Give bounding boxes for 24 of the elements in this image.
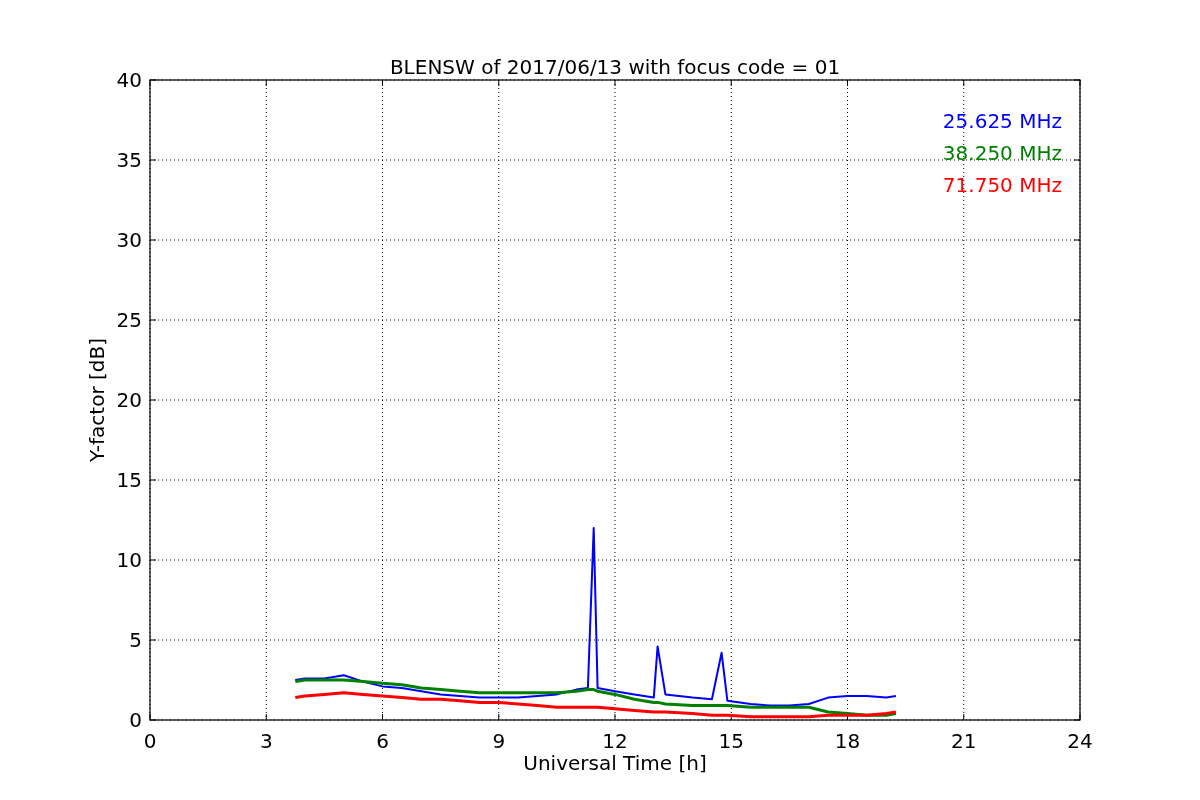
x-tick-label: 6 [376, 729, 389, 753]
x-tick-label: 24 [1067, 729, 1093, 753]
y-tick-label: 10 [116, 548, 142, 572]
y-tick-label: 5 [129, 628, 142, 652]
x-tick-label: 9 [492, 729, 506, 753]
y-tick-label: 30 [116, 228, 142, 252]
x-axis-label: Universal Time [h] [523, 751, 707, 775]
x-tick-label: 12 [602, 729, 628, 753]
legend-label: 38.250 MHz [942, 141, 1062, 165]
x-tick-label: 18 [834, 729, 861, 753]
x-tick-label: 0 [143, 729, 157, 753]
y-axis-label: Y-factor [dB] [85, 338, 109, 462]
legend-label: 25.625 MHz [942, 109, 1062, 133]
y-tick-label: 25 [116, 308, 142, 332]
y-tick-label: 0 [129, 708, 142, 732]
x-tick-label: 21 [951, 729, 977, 753]
legend-label: 71.750 MHz [942, 173, 1062, 197]
y-tick-label: 35 [116, 148, 142, 172]
y-tick-label: 15 [116, 468, 142, 492]
chart-title: BLENSW of 2017/06/13 with focus code = 01 [389, 55, 841, 79]
x-tick-label: 15 [718, 729, 744, 753]
x-tick-label: 3 [259, 729, 273, 753]
y-tick-label: 20 [116, 388, 142, 412]
y-tick-label: 40 [116, 68, 142, 92]
